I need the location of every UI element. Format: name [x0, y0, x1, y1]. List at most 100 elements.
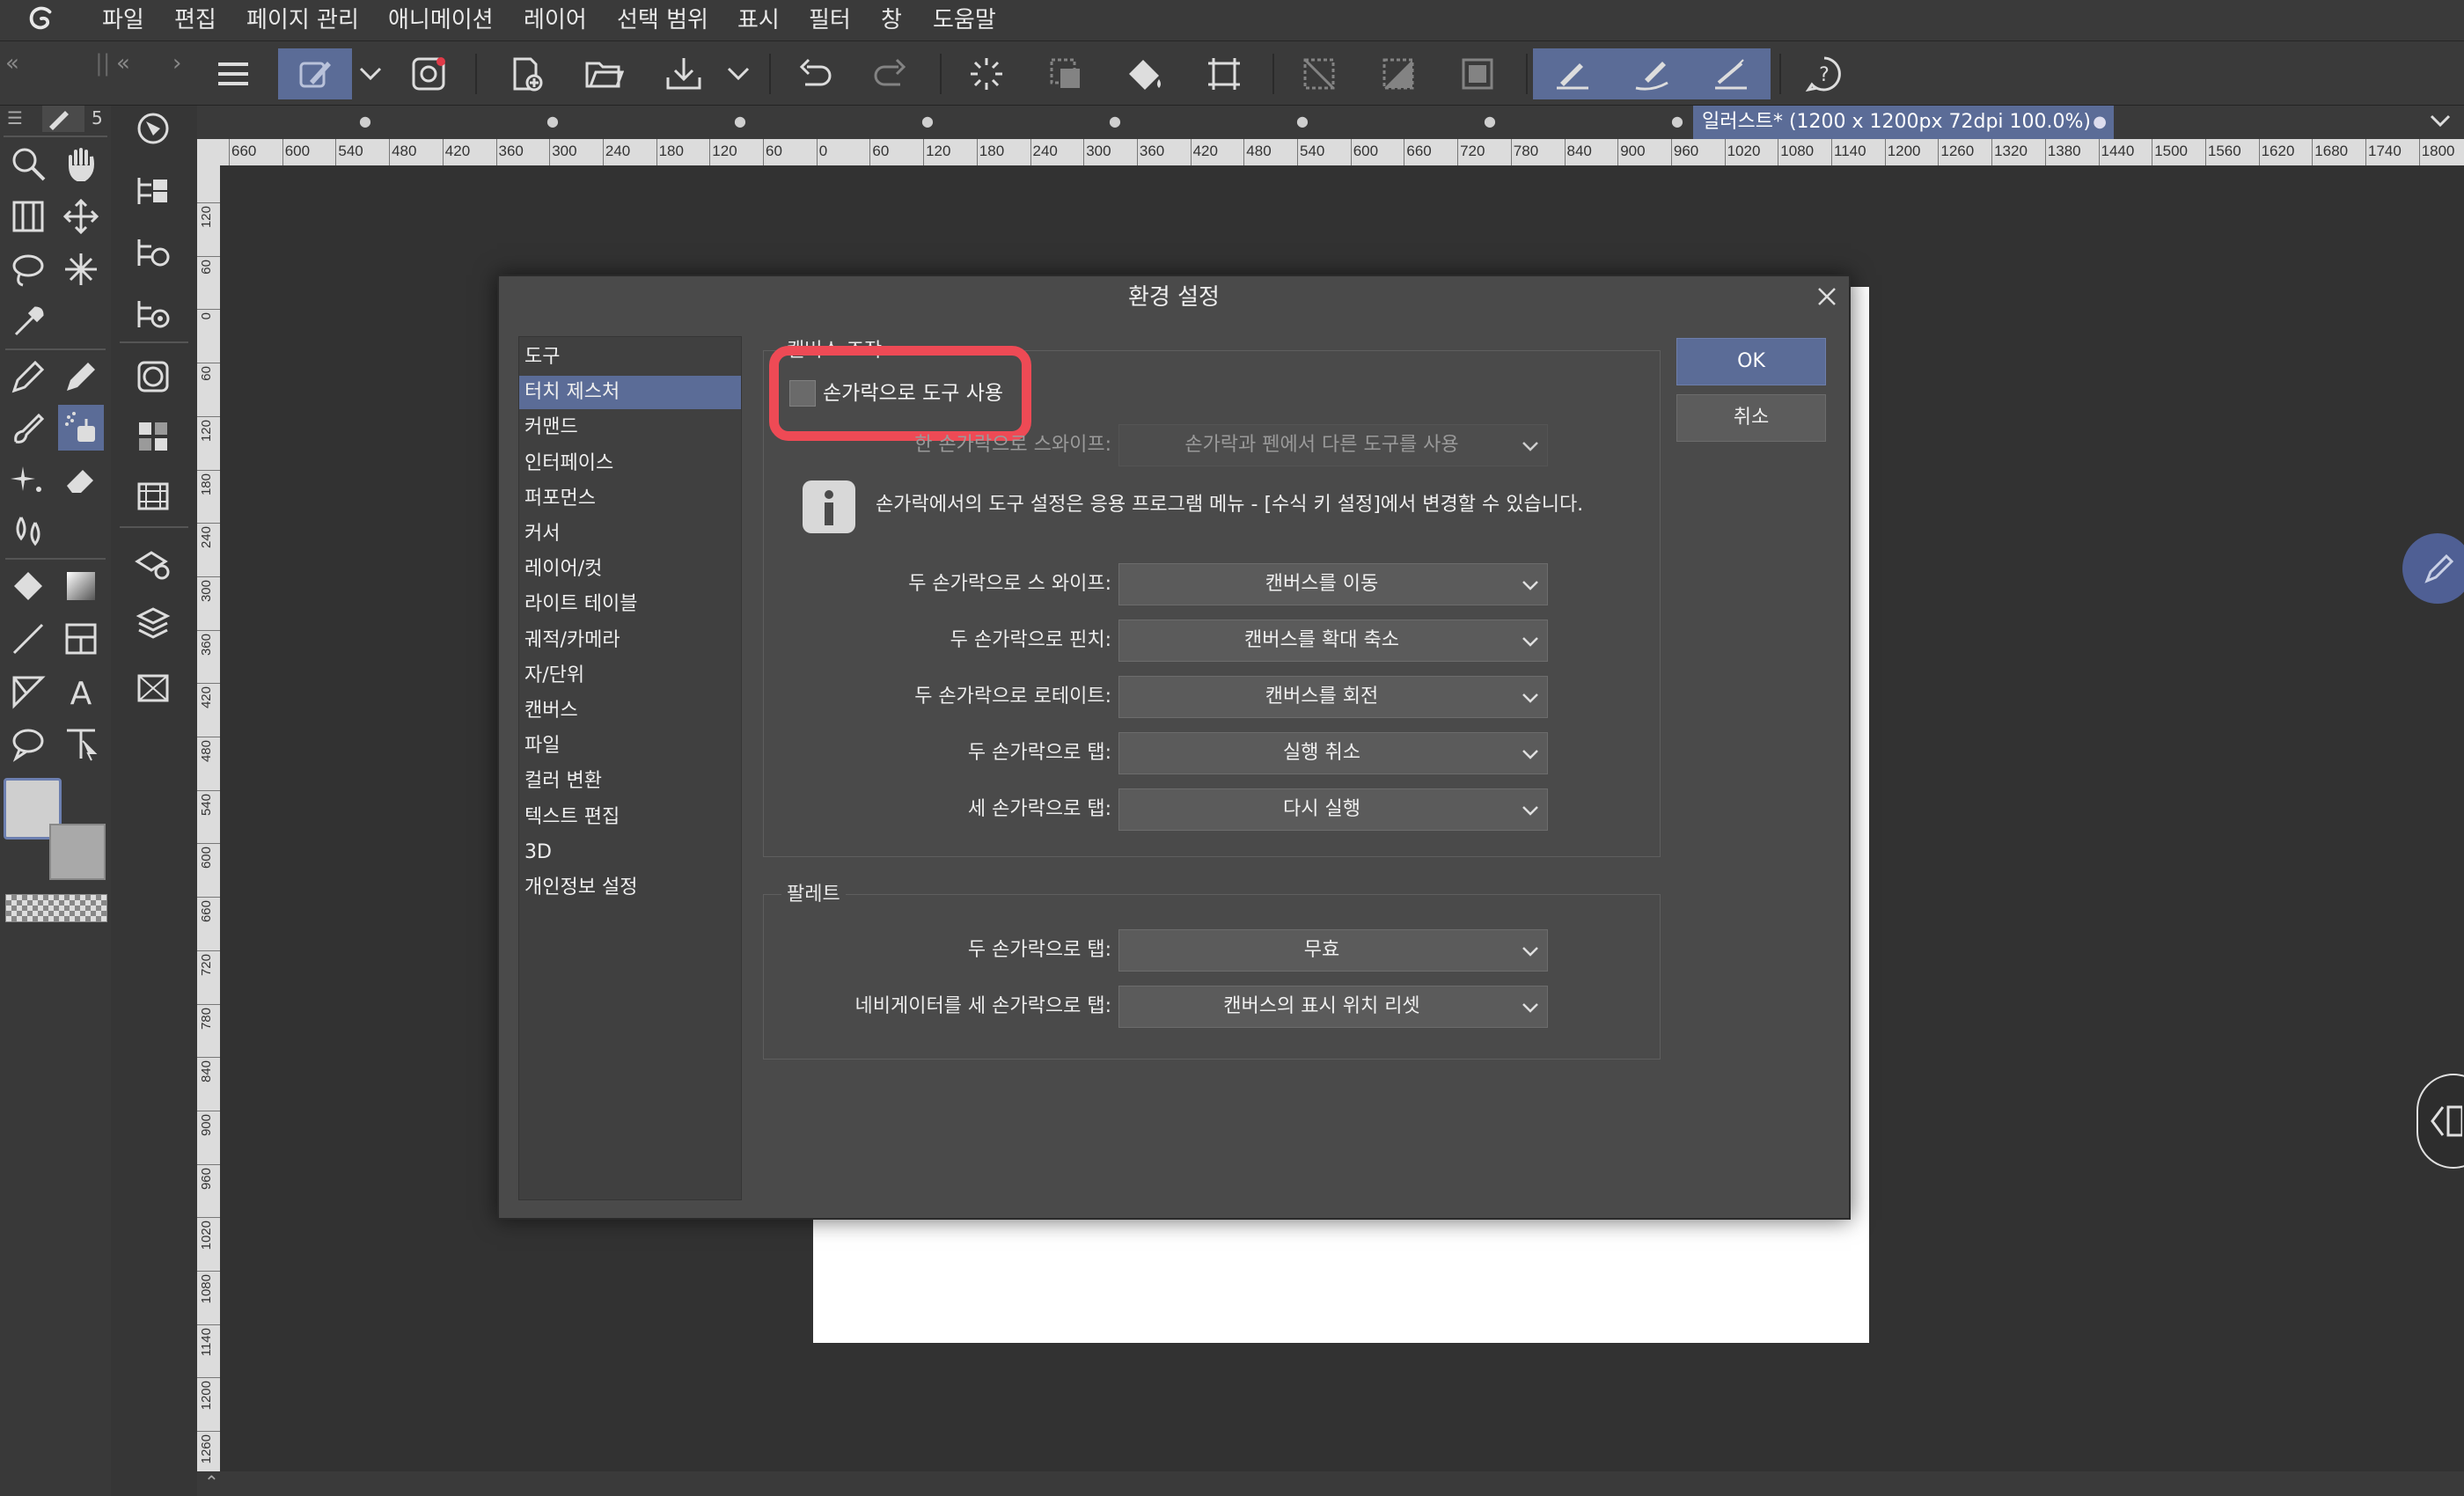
document-tab[interactable]: 일러스트* (1200 x 1200px 72dpi 100.0%) ●: [1693, 106, 2114, 139]
loading-icon[interactable]: [961, 48, 1012, 99]
category-item[interactable]: 텍스트 편집: [519, 801, 741, 834]
menu-window[interactable]: 창: [881, 0, 902, 40]
clip-studio-logo-icon[interactable]: [25, 4, 58, 37]
sub-color-swatch[interactable]: [49, 824, 106, 880]
setting-dropdown[interactable]: 캔버스를 확대 축소: [1118, 620, 1548, 662]
expand-selection-icon[interactable]: [1452, 48, 1503, 99]
category-item[interactable]: 개인정보 설정: [519, 871, 741, 905]
hand-icon[interactable]: [58, 141, 104, 187]
chevron-down-icon[interactable]: [348, 48, 392, 99]
collapse-icon[interactable]: «: [116, 50, 130, 77]
setting-dropdown[interactable]: 캔버스를 회전: [1118, 676, 1548, 718]
help-icon[interactable]: ?: [1799, 48, 1850, 99]
menu-edit[interactable]: 편집: [174, 0, 216, 40]
menu-view[interactable]: 표시: [737, 0, 780, 40]
object-select-icon[interactable]: [5, 194, 51, 239]
redo-icon[interactable]: [866, 48, 917, 99]
select-transform-icon[interactable]: [1040, 48, 1091, 99]
category-item[interactable]: 컬러 변환: [519, 765, 741, 798]
category-item[interactable]: 파일: [519, 730, 741, 763]
category-item[interactable]: 인터페이스: [519, 447, 741, 480]
edit-pen-icon[interactable]: [278, 48, 352, 99]
expand-up-icon[interactable]: ⌃: [204, 1471, 219, 1492]
undo-icon[interactable]: [788, 48, 840, 99]
ruler-icon[interactable]: [5, 669, 51, 715]
brush-stroke-icon[interactable]: [1626, 48, 1677, 99]
blend-icon[interactable]: [5, 507, 51, 553]
zoom-icon[interactable]: [5, 141, 51, 187]
color-set-icon[interactable]: [130, 414, 176, 459]
pen-tab-icon[interactable]: [42, 106, 84, 132]
decoration-icon[interactable]: [5, 456, 51, 502]
eraser-icon[interactable]: [58, 456, 104, 502]
menu-layer[interactable]: 레이어: [524, 0, 587, 40]
setting-dropdown[interactable]: 캔버스의 표시 위치 리셋: [1118, 986, 1548, 1028]
setting-dropdown[interactable]: 실행 취소: [1118, 732, 1548, 774]
fill-icon[interactable]: [1119, 48, 1170, 99]
brush-size-icon[interactable]: [130, 290, 176, 336]
import-icon[interactable]: [658, 48, 709, 99]
pencil-icon[interactable]: [58, 354, 104, 400]
color-wheel-icon[interactable]: [130, 354, 176, 400]
chevron-down-icon[interactable]: [716, 48, 760, 99]
category-item[interactable]: 라이트 테이블: [519, 588, 741, 621]
menu-animation[interactable]: 애니메이션: [388, 0, 494, 40]
ok-button[interactable]: OK: [1676, 338, 1826, 385]
ruler-stroke-icon[interactable]: [1705, 48, 1756, 99]
one-finger-swipe-dropdown[interactable]: 손가락과 펜에서 다른 도구를 사용: [1118, 424, 1548, 466]
pen-stroke-icon[interactable]: [1547, 48, 1598, 99]
palette-menu-icon[interactable]: ☰: [7, 107, 23, 128]
menu-filter[interactable]: 필터: [809, 0, 851, 40]
clip-studio-icon[interactable]: [403, 48, 454, 99]
category-item[interactable]: 자/단위: [519, 659, 741, 693]
setting-dropdown[interactable]: 다시 실행: [1118, 788, 1548, 831]
tool-property-icon[interactable]: [130, 229, 176, 275]
timeline-icon[interactable]: [130, 473, 176, 519]
floating-pen-button[interactable]: [2402, 533, 2464, 604]
hamburger-menu-icon[interactable]: [208, 48, 259, 99]
sub-tool-icon[interactable]: [130, 167, 176, 213]
navigator-icon[interactable]: [130, 106, 176, 151]
magic-wand-icon[interactable]: [58, 246, 104, 292]
gradient-icon[interactable]: [58, 563, 104, 609]
category-item[interactable]: 캔버스: [519, 694, 741, 728]
airbrush-icon[interactable]: [58, 405, 104, 451]
close-icon[interactable]: [1814, 283, 1840, 310]
material-icon[interactable]: [130, 665, 176, 711]
lasso-icon[interactable]: [5, 246, 51, 292]
cancel-button[interactable]: 취소: [1676, 394, 1826, 442]
move-icon[interactable]: [58, 194, 104, 239]
transform-icon[interactable]: [1199, 48, 1250, 99]
balloon-icon[interactable]: [5, 722, 51, 767]
expand-icon[interactable]: ›: [172, 50, 181, 77]
menu-page-management[interactable]: 페이지 관리: [246, 0, 359, 40]
category-item[interactable]: 도구: [519, 341, 741, 374]
new-file-icon[interactable]: [500, 48, 551, 99]
open-folder-icon[interactable]: [579, 48, 630, 99]
category-item[interactable]: 커맨드: [519, 411, 741, 444]
category-item[interactable]: 레이어/컷: [519, 553, 741, 586]
menu-help[interactable]: 도움말: [933, 0, 996, 40]
menu-file[interactable]: 파일: [102, 0, 144, 40]
correct-line-icon[interactable]: [58, 722, 104, 767]
category-item[interactable]: 터치 제스처: [519, 376, 741, 410]
brush-icon[interactable]: [5, 405, 51, 451]
setting-dropdown[interactable]: 무효: [1118, 929, 1548, 972]
menu-selection[interactable]: 선택 범위: [617, 0, 708, 40]
tab-list-chevron-icon[interactable]: [2429, 113, 2452, 130]
frame-border-icon[interactable]: [58, 616, 104, 662]
category-item[interactable]: 궤적/카메라: [519, 624, 741, 657]
fill-tool-icon[interactable]: [5, 563, 51, 609]
clear-selection-icon[interactable]: [1294, 48, 1345, 99]
palette-tab-label[interactable]: 5: [92, 107, 103, 128]
pen-icon[interactable]: [5, 354, 51, 400]
category-item[interactable]: 3D: [519, 836, 741, 869]
category-item[interactable]: 커서: [519, 517, 741, 551]
category-item[interactable]: 퍼포먼스: [519, 482, 741, 516]
eyedropper-icon[interactable]: [5, 299, 51, 345]
line-icon[interactable]: [5, 616, 51, 662]
tab-close-dot-icon[interactable]: ●: [2093, 106, 2107, 139]
transparent-color-swatch[interactable]: [5, 894, 107, 922]
setting-dropdown[interactable]: 캔버스를 이동: [1118, 563, 1548, 605]
layers-icon[interactable]: [130, 598, 176, 644]
